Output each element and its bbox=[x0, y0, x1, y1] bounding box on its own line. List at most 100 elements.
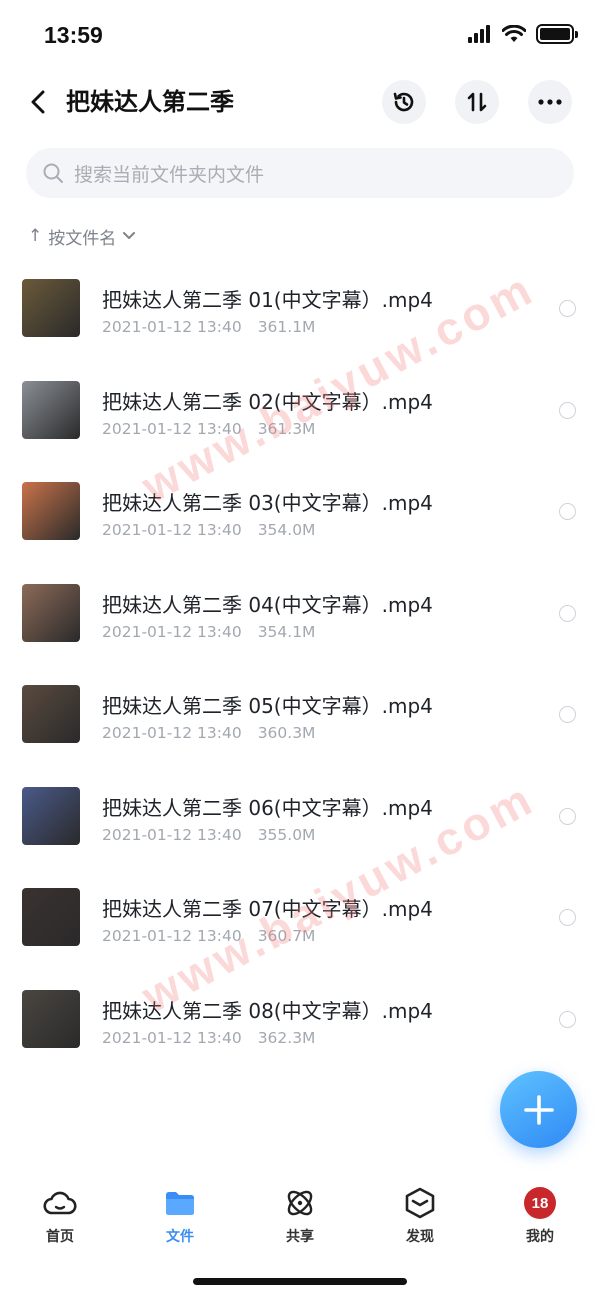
orbit-icon bbox=[283, 1186, 317, 1220]
history-icon bbox=[393, 92, 414, 112]
more-button[interactable] bbox=[528, 80, 572, 124]
select-checkbox[interactable] bbox=[559, 1010, 576, 1028]
select-checkbox[interactable] bbox=[559, 401, 576, 419]
tab-discover[interactable]: 发现 bbox=[360, 1178, 480, 1258]
file-date: 2021-01-12 13:40 bbox=[102, 318, 242, 336]
file-date: 2021-01-12 13:40 bbox=[102, 521, 242, 539]
file-name: 把妹达人第二季 01(中文字幕）.mp4 bbox=[102, 288, 433, 312]
file-list-item[interactable]: 把妹达人第二季 05(中文字幕）.mp4 2021-01-12 13:40 360… bbox=[0, 664, 600, 766]
file-date: 2021-01-12 13:40 bbox=[102, 419, 242, 438]
file-name: 把妹达人第二季 02(中文字幕）.mp4 bbox=[102, 389, 433, 414]
file-name: 把妹达人第二季 07(中文字幕）.mp4 bbox=[102, 897, 433, 921]
sort-selector[interactable]: ↑ 按文件名 bbox=[28, 222, 136, 250]
video-thumbnail bbox=[22, 786, 80, 845]
file-size: 355.0M bbox=[257, 825, 316, 844]
file-meta: 2021-01-12 13:40 361.3M bbox=[102, 420, 315, 438]
file-date: 2021-01-12 13:40 bbox=[102, 1028, 242, 1047]
tab-bar: 首页 文件 共享 发现 18 我的 bbox=[0, 1178, 600, 1258]
video-thumbnail bbox=[22, 482, 80, 540]
sort-label: 按文件名 bbox=[48, 228, 117, 249]
file-list-item[interactable]: 把妹达人第二季 02(中文字幕）.mp4 2021-01-12 13:40 361… bbox=[0, 360, 600, 462]
avatar-badge: 18 bbox=[524, 1187, 556, 1219]
file-name: 把妹达人第二季 08(中文字幕）.mp4 bbox=[102, 998, 433, 1023]
status-time: 13:59 bbox=[44, 22, 103, 48]
sort-arrows-icon bbox=[467, 92, 487, 112]
tab-files[interactable]: 文件 bbox=[120, 1178, 240, 1258]
cloud-icon bbox=[43, 1186, 77, 1220]
file-meta: 2021-01-12 13:40 355.0M bbox=[102, 826, 315, 844]
video-thumbnail bbox=[22, 989, 80, 1048]
video-thumbnail bbox=[22, 279, 80, 337]
header: 把妹达人第二季 bbox=[0, 72, 600, 134]
file-size: 360.7M bbox=[257, 927, 316, 945]
search-icon bbox=[42, 162, 64, 184]
file-name: 把妹达人第二季 05(中文字幕）.mp4 bbox=[102, 694, 433, 718]
tab-label: 我的 bbox=[526, 1229, 554, 1245]
file-size: 361.3M bbox=[257, 419, 316, 438]
file-size: 354.1M bbox=[257, 622, 316, 641]
file-size: 361.1M bbox=[257, 318, 316, 336]
file-name: 把妹达人第二季 03(中文字幕）.mp4 bbox=[102, 491, 433, 515]
file-meta: 2021-01-12 13:40 354.0M bbox=[102, 521, 315, 539]
home-indicator bbox=[193, 1278, 407, 1285]
cellular-signal-icon bbox=[468, 25, 490, 43]
file-date: 2021-01-12 13:40 bbox=[102, 825, 242, 844]
file-meta: 2021-01-12 13:40 361.1M bbox=[102, 318, 315, 336]
tab-profile[interactable]: 18 我的 bbox=[480, 1178, 600, 1258]
page-title: 把妹达人第二季 bbox=[66, 88, 234, 116]
select-checkbox[interactable] bbox=[559, 909, 576, 926]
file-name: 把妹达人第二季 06(中文字幕）.mp4 bbox=[102, 795, 433, 820]
sort-button[interactable] bbox=[455, 80, 499, 124]
file-meta: 2021-01-12 13:40 360.7M bbox=[102, 927, 315, 945]
file-size: 360.3M bbox=[257, 724, 316, 742]
search-placeholder: 搜索当前文件夹内文件 bbox=[74, 163, 265, 186]
file-size: 354.0M bbox=[257, 521, 316, 539]
select-checkbox[interactable] bbox=[559, 706, 576, 723]
select-checkbox[interactable] bbox=[559, 300, 576, 317]
status-bar: 13:59 bbox=[0, 0, 600, 72]
file-name: 把妹达人第二季 04(中文字幕）.mp4 bbox=[102, 592, 433, 617]
file-date: 2021-01-12 13:40 bbox=[102, 927, 242, 945]
add-button[interactable] bbox=[500, 1071, 577, 1148]
wifi-icon bbox=[502, 25, 526, 42]
file-date: 2021-01-12 13:40 bbox=[102, 622, 242, 641]
history-button[interactable] bbox=[382, 80, 426, 124]
tab-share[interactable]: 共享 bbox=[240, 1178, 360, 1258]
video-thumbnail bbox=[22, 685, 80, 743]
avatar: 18 bbox=[523, 1186, 557, 1220]
sort-direction-arrow: ↑ bbox=[28, 226, 43, 246]
file-list-item[interactable]: 把妹达人第二季 07(中文字幕）.mp4 2021-01-12 13:40 360… bbox=[0, 867, 600, 969]
file-meta: 2021-01-12 13:40 362.3M bbox=[102, 1029, 315, 1047]
file-size: 362.3M bbox=[257, 1028, 316, 1047]
search-input[interactable]: 搜索当前文件夹内文件 bbox=[26, 148, 574, 198]
back-button[interactable] bbox=[22, 86, 54, 118]
folder-icon bbox=[163, 1186, 197, 1220]
file-list-item[interactable]: 把妹达人第二季 08(中文字幕）.mp4 2021-01-12 13:40 362… bbox=[0, 969, 600, 1071]
video-thumbnail bbox=[22, 583, 80, 642]
video-thumbnail bbox=[22, 888, 80, 946]
cube-icon bbox=[403, 1186, 437, 1220]
select-checkbox[interactable] bbox=[559, 503, 576, 520]
battery-icon bbox=[536, 24, 578, 44]
file-list-item[interactable]: 把妹达人第二季 06(中文字幕）.mp4 2021-01-12 13:40 355… bbox=[0, 766, 600, 868]
status-icons bbox=[468, 24, 578, 44]
tab-label: 共享 bbox=[286, 1229, 314, 1245]
file-list-item[interactable]: 把妹达人第二季 01(中文字幕）.mp4 2021-01-12 13:40 361… bbox=[0, 258, 600, 360]
select-checkbox[interactable] bbox=[559, 604, 576, 622]
more-dots-icon bbox=[538, 99, 562, 105]
file-list: 把妹达人第二季 01(中文字幕）.mp4 2021-01-12 13:40 361… bbox=[0, 258, 600, 1070]
chevron-left-icon bbox=[31, 90, 45, 114]
tab-label: 文件 bbox=[166, 1229, 194, 1245]
video-thumbnail bbox=[22, 380, 80, 439]
file-meta: 2021-01-12 13:40 360.3M bbox=[102, 724, 315, 742]
file-date: 2021-01-12 13:40 bbox=[102, 724, 242, 742]
tab-label: 首页 bbox=[46, 1229, 74, 1245]
plus-icon bbox=[523, 1094, 554, 1125]
file-list-item[interactable]: 把妹达人第二季 03(中文字幕）.mp4 2021-01-12 13:40 354… bbox=[0, 461, 600, 563]
tab-home[interactable]: 首页 bbox=[0, 1178, 120, 1258]
file-list-item[interactable]: 把妹达人第二季 04(中文字幕）.mp4 2021-01-12 13:40 354… bbox=[0, 563, 600, 665]
chevron-down-icon bbox=[123, 232, 136, 239]
file-meta: 2021-01-12 13:40 354.1M bbox=[102, 623, 315, 641]
tab-label: 发现 bbox=[406, 1229, 434, 1245]
select-checkbox[interactable] bbox=[559, 807, 576, 825]
